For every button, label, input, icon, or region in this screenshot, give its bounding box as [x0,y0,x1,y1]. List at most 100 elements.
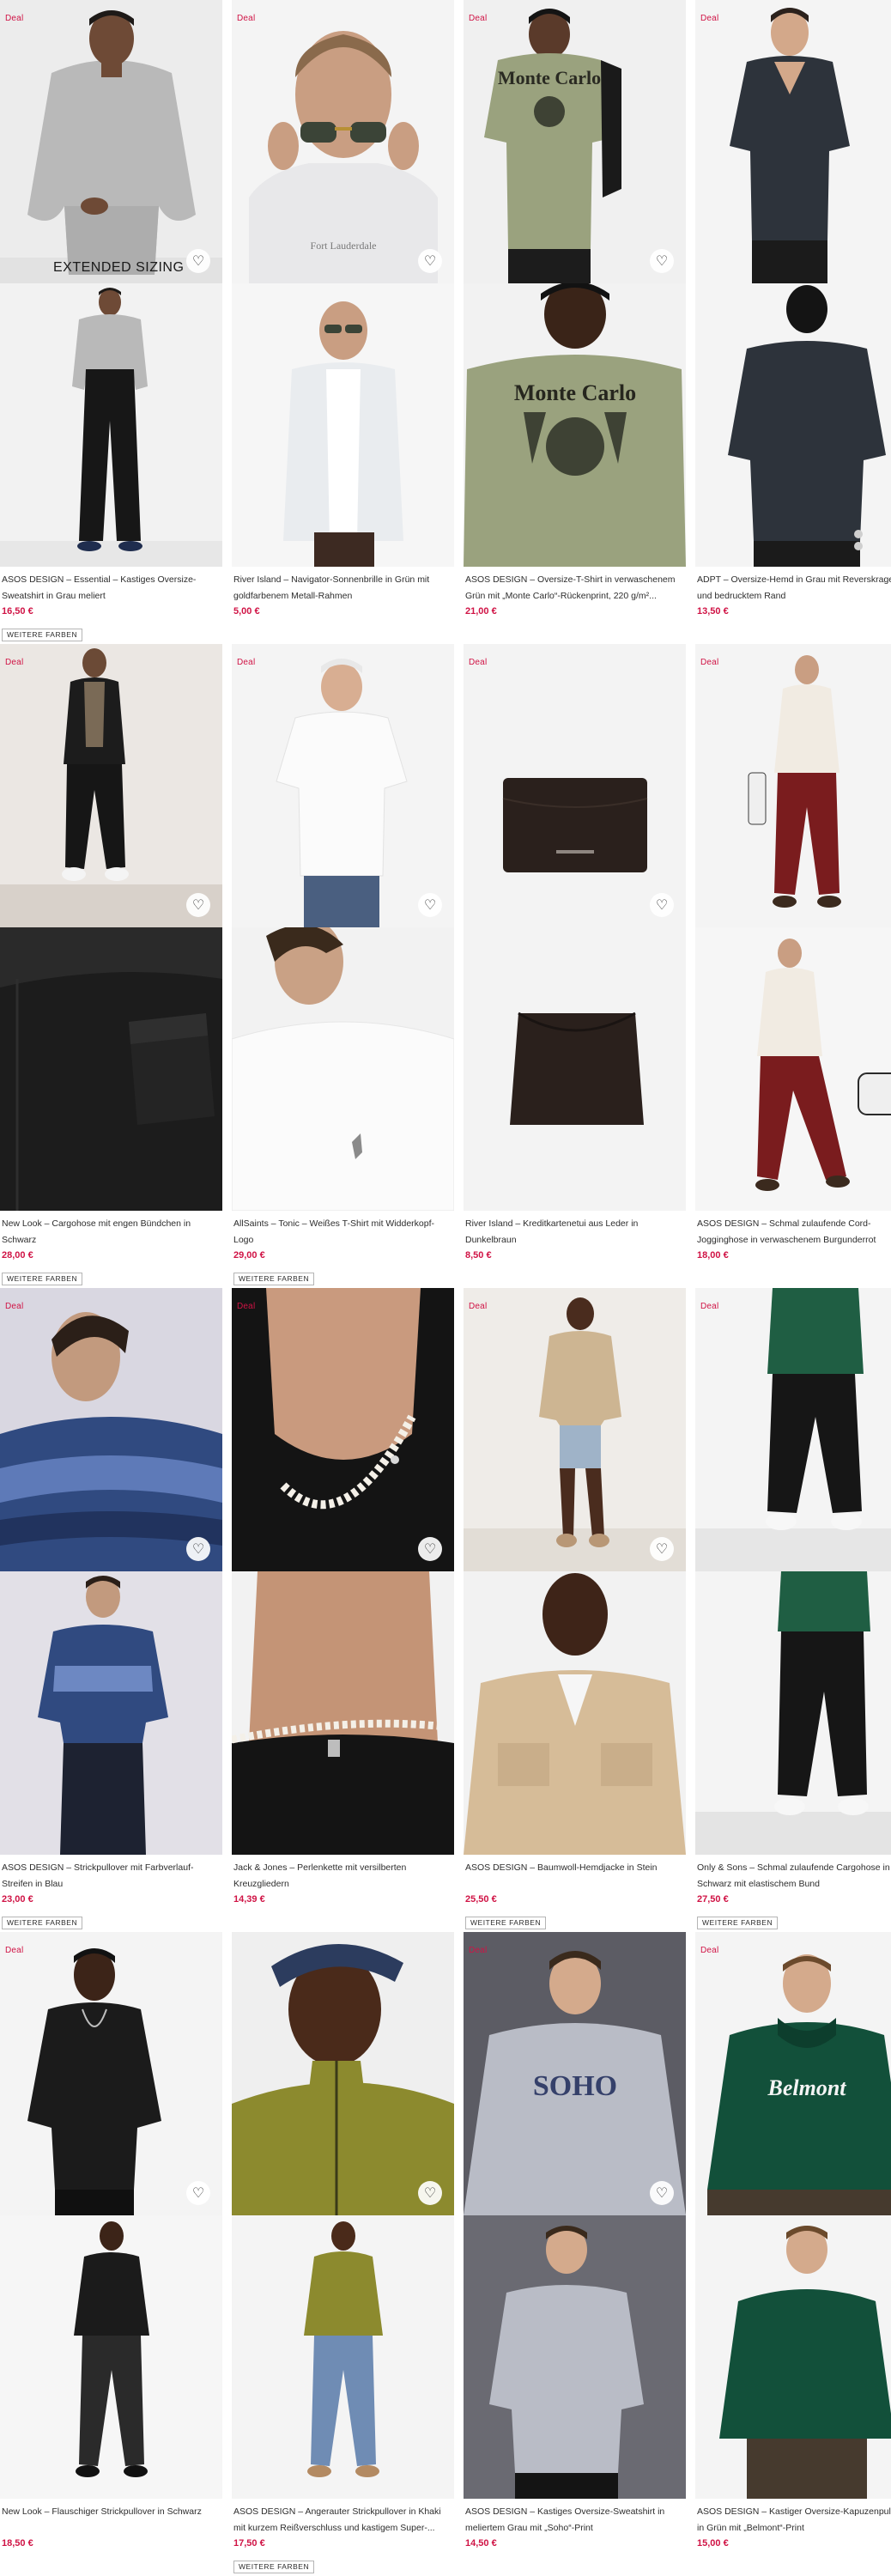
product-image[interactable]: Monte Carlo Deal ♡ [464,0,686,283]
product-price: 13,50 € [697,606,729,617]
product-image[interactable]: Deal ♡ [464,1288,686,1571]
product-photo-khaki-zip-knit [232,1932,454,2215]
product-image-alt[interactable] [0,283,222,567]
more-colors-button[interactable]: WEITERE FARBEN [233,1273,315,1285]
product-price: 27,50 € [697,1894,729,1905]
product-image[interactable]: ♡ [232,1932,454,2215]
print-text: Belmont [767,2075,846,2100]
product-title[interactable]: River Island – Kreditkartenetui aus Lede… [465,1216,680,1249]
heart-icon[interactable]: ♡ [186,1537,210,1561]
heart-icon[interactable]: ♡ [418,893,442,917]
product-image[interactable]: Deal [695,1288,891,1571]
product-photo-tshirt-green-closeup: Monte Carlo [464,283,686,567]
product-image[interactable]: Deal ♡ [0,1932,222,2215]
product-title[interactable]: New Look – Cargohose mit engen Bündchen … [2,1216,216,1249]
svg-text:Monte Carlo: Monte Carlo [514,380,636,405]
product-image-alt[interactable] [0,927,222,1211]
product-grid: Deal EXTENDED SIZING ♡ ASOS DESIGN – Ess… [0,0,891,2576]
product-title[interactable]: ASOS DESIGN – Kastiger Oversize-Kapuzenp… [697,2504,891,2537]
product-image[interactable]: Fort Lauderdale Deal ♡ [232,0,454,283]
product-image-alt[interactable] [0,2215,222,2499]
product-photo-sweatshirt-grey-full [0,283,222,567]
product-image-alt[interactable] [695,2215,891,2499]
heart-icon[interactable]: ♡ [186,893,210,917]
deal-badge: Deal [469,14,488,23]
heart-icon[interactable]: ♡ [186,249,210,273]
product-price: 18,50 € [2,2538,33,2549]
product-image[interactable]: Deal ♡ [232,644,454,927]
deal-badge: Deal [5,1302,24,1311]
product-image-alt[interactable] [695,927,891,1211]
heart-icon[interactable]: ♡ [650,893,674,917]
product-image[interactable]: Deal [695,0,891,283]
product-photo-knit-blue-full [0,1571,222,1855]
product-photo-shirt-grey [695,0,891,283]
product-image[interactable]: Deal EXTENDED SIZING ♡ [0,0,222,283]
product-image[interactable]: Deal ♡ [464,644,686,927]
product-price: 23,00 € [2,1894,33,1905]
product-image[interactable]: Deal [695,644,891,927]
product-photo-cargo-pants-black-alt [695,1571,891,1855]
heart-icon[interactable]: ♡ [418,249,442,273]
heart-icon[interactable]: ♡ [418,1537,442,1561]
product-image-alt[interactable] [0,1571,222,1855]
more-colors-button[interactable]: WEITERE FARBEN [2,1917,83,1929]
product-title[interactable]: ADPT – Oversize-Hemd in Grau mit Reversk… [697,572,891,605]
product-title[interactable]: ASOS DESIGN – Baumwoll-Hemdjacke in Stei… [465,1860,680,1876]
product-title[interactable]: River Island – Navigator-Sonnenbrille in… [233,572,448,605]
product-image-alt[interactable] [232,283,454,567]
product-image[interactable]: Deal ♡ [232,1288,454,1571]
product-image-alt[interactable] [464,1571,686,1855]
product-image-alt[interactable] [232,2215,454,2499]
product-image-alt[interactable] [695,283,891,567]
product-title[interactable]: ASOS DESIGN – Angerauter Strickpullover … [233,2504,448,2537]
product-photo-overshirt-stone-closeup [464,1571,686,1855]
product-image[interactable]: SOHO Deal ♡ [464,1932,686,2215]
product-title[interactable]: ASOS DESIGN – Kastiges Oversize-Sweatshi… [465,2504,680,2537]
product-price: 28,00 € [2,1250,33,1261]
product-title[interactable]: ASOS DESIGN – Oversize-T-Shirt in verwas… [465,572,680,605]
product-title[interactable]: ASOS DESIGN – Schmal zulaufende Cord-Jog… [697,1216,891,1249]
product-title[interactable]: ASOS DESIGN – Essential – Kastiges Overs… [2,572,216,605]
more-colors-button[interactable]: WEITERE FARBEN [697,1917,779,1929]
more-colors-button[interactable]: WEITERE FARBEN [465,1917,547,1929]
product-price: 8,50 € [465,1250,492,1261]
extended-sizing-label: EXTENDED SIZING [53,260,185,275]
product-title[interactable]: AllSaints – Tonic – Weißes T-Shirt mit W… [233,1216,448,1249]
more-colors-button[interactable]: WEITERE FARBEN [233,2561,315,2573]
product-image-alt[interactable] [695,1571,891,1855]
product-title[interactable]: Jack & Jones – Perlenkette mit versilber… [233,1860,448,1893]
product-image-alt[interactable] [464,927,686,1211]
print-text: Monte Carlo [498,67,601,88]
more-colors-button[interactable]: WEITERE FARBEN [2,629,83,641]
product-photo-soho-sweatshirt-back [464,2215,686,2499]
product-image-alt[interactable] [464,2215,686,2499]
product-photo-shirt-grey-back [695,283,891,567]
heart-icon[interactable]: ♡ [418,2181,442,2205]
product-image[interactable]: Deal ♡ [0,1288,222,1571]
heart-icon[interactable]: ♡ [650,2181,674,2205]
product-title[interactable]: ASOS DESIGN – Strickpullover mit Farbver… [2,1860,216,1893]
product-photo-knit-blue [0,1288,222,1571]
product-image-alt[interactable] [232,1571,454,1855]
heart-icon[interactable]: ♡ [650,249,674,273]
product-photo-cargo-pants-detail [0,927,222,1211]
product-image[interactable]: Deal ♡ [0,644,222,927]
product-title[interactable]: Only & Sons – Schmal zulaufende Cargohos… [697,1860,891,1893]
product-image[interactable]: Belmont Deal [695,1932,891,2215]
product-photo-fluffy-knit-black [0,1932,222,2215]
product-price: 21,00 € [465,606,497,617]
product-image-alt[interactable]: Monte Carlo [464,283,686,567]
more-colors-button[interactable]: WEITERE FARBEN [2,1273,83,1285]
deal-badge: Deal [5,658,24,667]
heart-icon[interactable]: ♡ [650,1537,674,1561]
product-title[interactable]: New Look – Flauschiger Strickpullover in… [2,2504,216,2520]
product-photo-fluffy-knit-black-full [0,2215,222,2499]
deal-badge: Deal [469,1302,488,1311]
heart-icon[interactable]: ♡ [186,2181,210,2205]
product-image-alt[interactable] [232,927,454,1211]
product-photo-khaki-zip-knit-full [232,2215,454,2499]
deal-badge: Deal [237,1302,256,1311]
product-price: 14,50 € [465,2538,497,2549]
deal-badge: Deal [237,658,256,667]
